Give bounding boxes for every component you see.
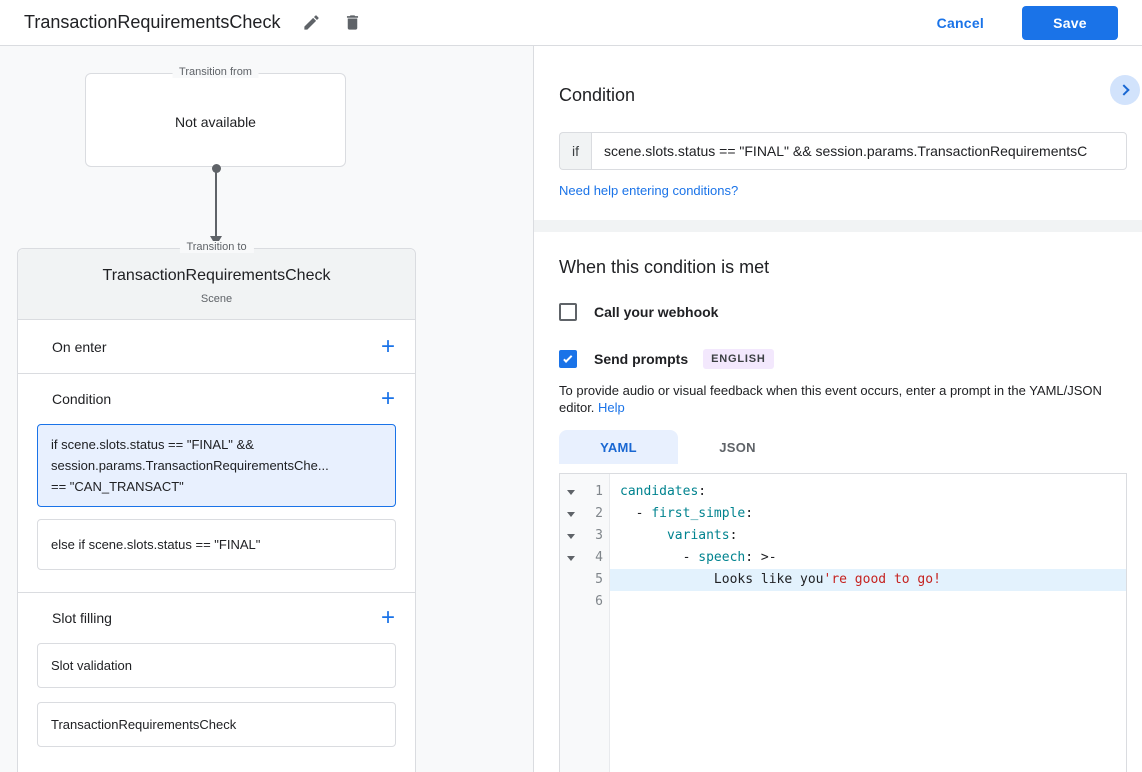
code-line[interactable]: 1candidates:: [560, 481, 1126, 503]
conditions-help-link[interactable]: Need help entering conditions?: [559, 183, 738, 198]
on-enter-row[interactable]: On enter +: [18, 320, 415, 373]
code-text: - first_simple:: [610, 503, 1126, 525]
webhook-row: Call your webhook: [559, 303, 1142, 321]
pencil-icon: [302, 13, 321, 32]
tab-json[interactable]: JSON: [678, 430, 797, 464]
transition-to-card: Transition to TransactionRequirementsChe…: [17, 248, 416, 772]
connector-line: [215, 171, 217, 237]
trash-icon: [343, 13, 362, 32]
line-number: 5: [582, 569, 610, 591]
condition-item-else[interactable]: else if scene.slots.status == "FINAL": [37, 519, 396, 570]
code-text: variants:: [610, 525, 1126, 547]
fold-spacer: [560, 569, 582, 591]
condition-expression-input[interactable]: [591, 132, 1127, 170]
transition-from-label: Transition from: [172, 66, 259, 78]
send-prompts-label: Send prompts: [594, 351, 688, 367]
language-badge: ENGLISH: [703, 349, 774, 369]
line-number: 6: [582, 591, 610, 613]
fold-arrow-icon[interactable]: [560, 503, 582, 525]
line-number: 3: [582, 525, 610, 547]
code-line[interactable]: 3 variants:: [560, 525, 1126, 547]
scene-card-title: TransactionRequirementsCheck: [28, 267, 405, 285]
condition-expression-group: if: [559, 132, 1127, 170]
fold-arrow-icon[interactable]: [560, 481, 582, 503]
scene-graph-panel: Transition from Not available Transition…: [0, 46, 534, 772]
section-separator: [534, 220, 1142, 232]
code-line[interactable]: 2 - first_simple:: [560, 503, 1126, 525]
edit-scene-button[interactable]: [302, 13, 321, 32]
help-link[interactable]: Help: [598, 400, 625, 415]
add-condition-button[interactable]: +: [381, 389, 395, 409]
app-header: TransactionRequirementsCheck Cancel Save: [0, 0, 1142, 46]
save-button[interactable]: Save: [1022, 6, 1118, 40]
delete-scene-button[interactable]: [343, 13, 362, 32]
if-prefix-label: if: [559, 132, 591, 170]
code-text: Looks like you're good to go!: [610, 569, 1126, 591]
slot-filling-section-header: Slot filling +: [18, 593, 415, 643]
add-on-enter-button[interactable]: +: [381, 337, 395, 357]
transition-to-label: Transition to: [179, 241, 253, 253]
add-slot-button[interactable]: +: [381, 608, 395, 628]
line-number: 1: [582, 481, 610, 503]
code-line[interactable]: 4 - speech: >-: [560, 547, 1126, 569]
condition-panel-title: Condition: [559, 46, 1142, 106]
cancel-button[interactable]: Cancel: [937, 15, 984, 31]
main-content: Transition from Not available Transition…: [0, 46, 1142, 772]
on-enter-label: On enter: [52, 339, 106, 355]
code-text: - speech: >-: [610, 547, 1126, 569]
slot-filling-label: Slot filling: [52, 610, 112, 626]
yaml-editor[interactable]: 1candidates:2 - first_simple:3 variants:…: [559, 473, 1127, 772]
line-number: 2: [582, 503, 610, 525]
code-line[interactable]: 5 Looks like you're good to go!: [560, 569, 1126, 591]
send-prompts-row: Send prompts ENGLISH: [559, 349, 1142, 369]
scene-card-subtitle: Scene: [28, 293, 405, 305]
tab-yaml[interactable]: YAML: [559, 430, 678, 464]
page-title: TransactionRequirementsCheck: [24, 12, 280, 33]
code-text: [610, 591, 1126, 613]
transition-from-value: Not available: [86, 114, 345, 130]
transition-from-box: Transition from Not available: [85, 73, 346, 167]
code-text: candidates:: [610, 481, 1126, 503]
fold-spacer: [560, 591, 582, 613]
scene-card-header: TransactionRequirementsCheck Scene: [18, 249, 415, 320]
chevron-right-icon: [1118, 84, 1129, 95]
yaml-editor-lines: 1candidates:2 - first_simple:3 variants:…: [560, 474, 1126, 613]
code-line[interactable]: 6: [560, 591, 1126, 613]
condition-section-header: Condition +: [18, 374, 415, 424]
check-icon: [563, 354, 572, 363]
prompt-description-text: To provide audio or visual feedback when…: [559, 383, 1102, 415]
slot-item-validation[interactable]: Slot validation: [37, 643, 396, 688]
prompt-description: To provide audio or visual feedback when…: [559, 382, 1133, 416]
fold-arrow-icon[interactable]: [560, 547, 582, 569]
fold-arrow-icon[interactable]: [560, 525, 582, 547]
line-number: 4: [582, 547, 610, 569]
send-prompts-checkbox[interactable]: [559, 350, 577, 368]
webhook-label: Call your webhook: [594, 304, 718, 320]
condition-item-selected[interactable]: if scene.slots.status == "FINAL" && sess…: [37, 424, 396, 507]
editor-tabs: YAML JSON: [559, 430, 1142, 464]
handlers-title: When this condition is met: [559, 257, 1142, 278]
condition-editor-panel: Condition if Need help entering conditio…: [534, 46, 1142, 772]
collapse-panel-button[interactable]: [1110, 75, 1140, 105]
condition-section-label: Condition: [52, 391, 111, 407]
webhook-checkbox[interactable]: [559, 303, 577, 321]
slot-item-transaction-check[interactable]: TransactionRequirementsCheck: [37, 702, 396, 747]
